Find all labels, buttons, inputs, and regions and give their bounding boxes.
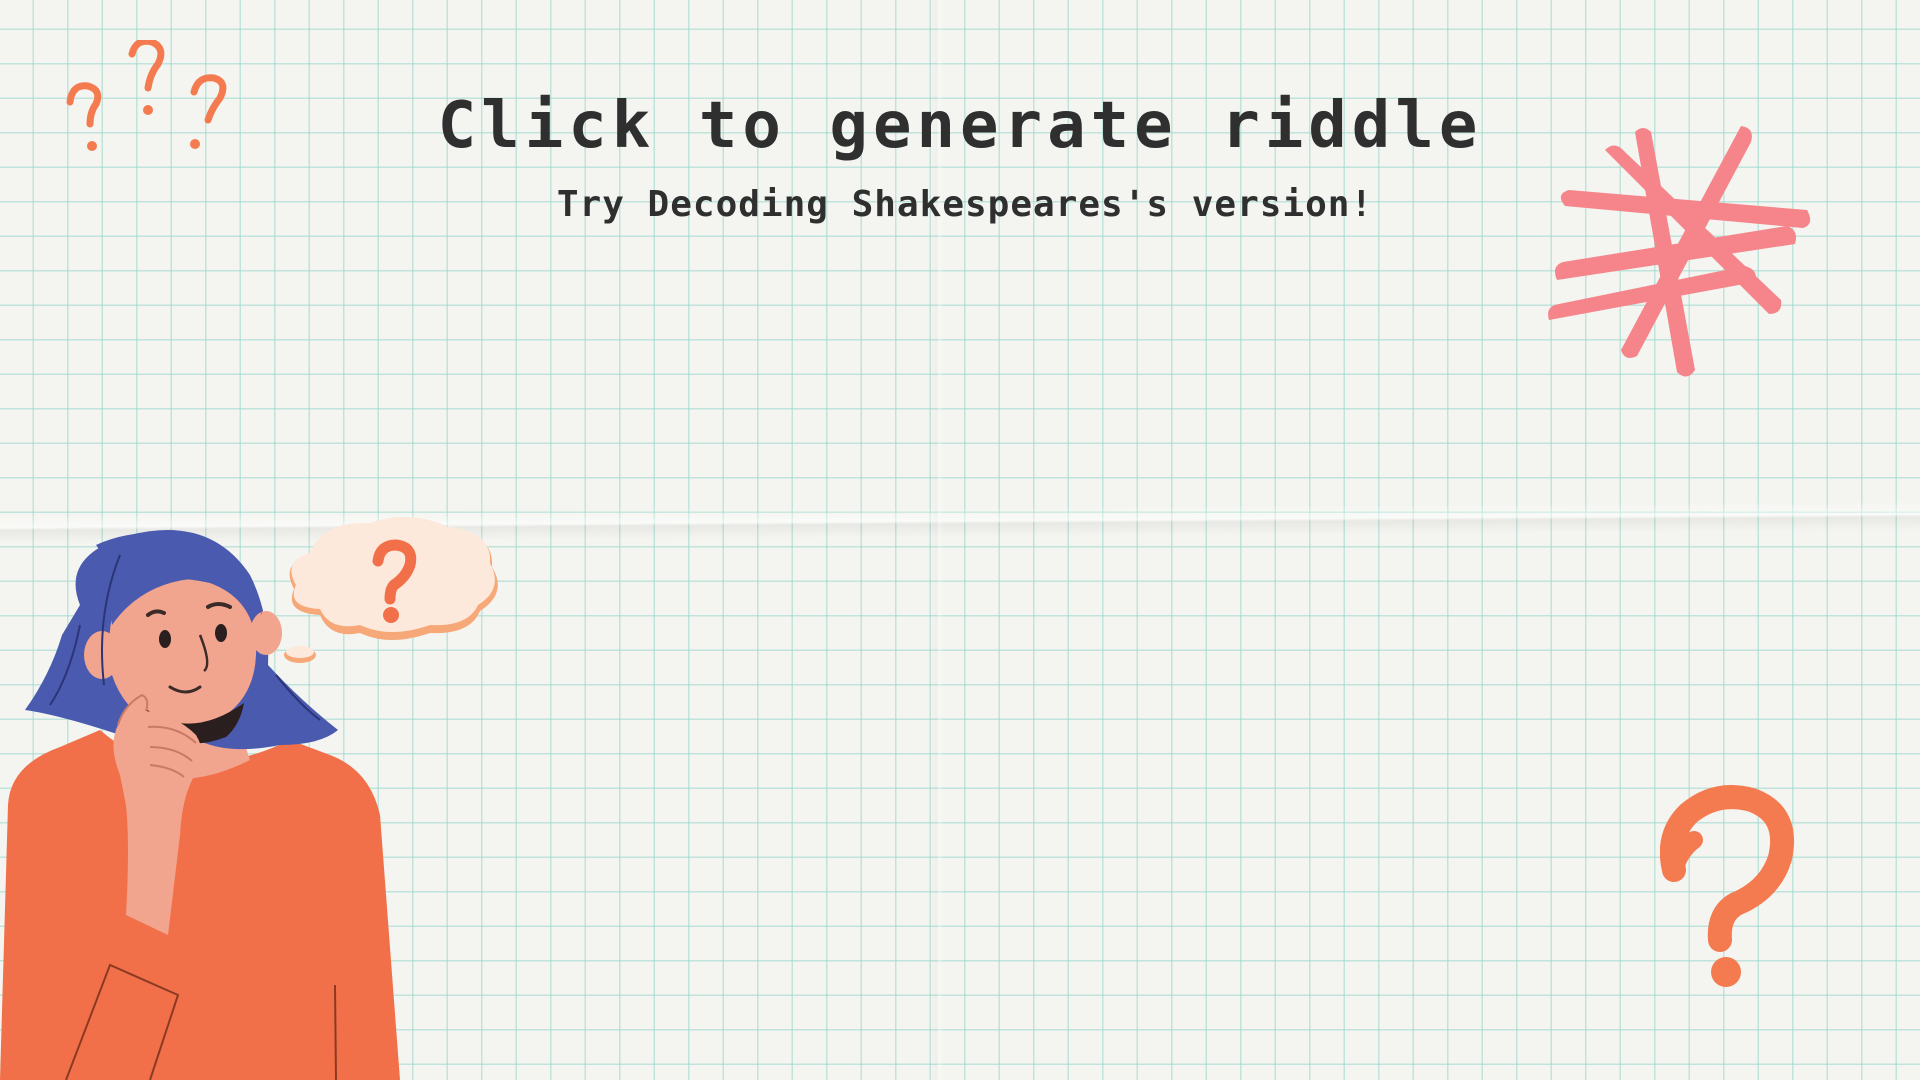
generate-riddle-button[interactable]: Click to generate riddle [438, 76, 1480, 176]
thinking-woman-illustration-icon [0, 530, 400, 1080]
subtitle-text: Try Decoding Shakespeares's version! [556, 183, 1374, 225]
asterisk-icon [1548, 126, 1811, 377]
question-marks-cluster-icon [66, 40, 227, 151]
question-mark-icon [1660, 785, 1795, 987]
